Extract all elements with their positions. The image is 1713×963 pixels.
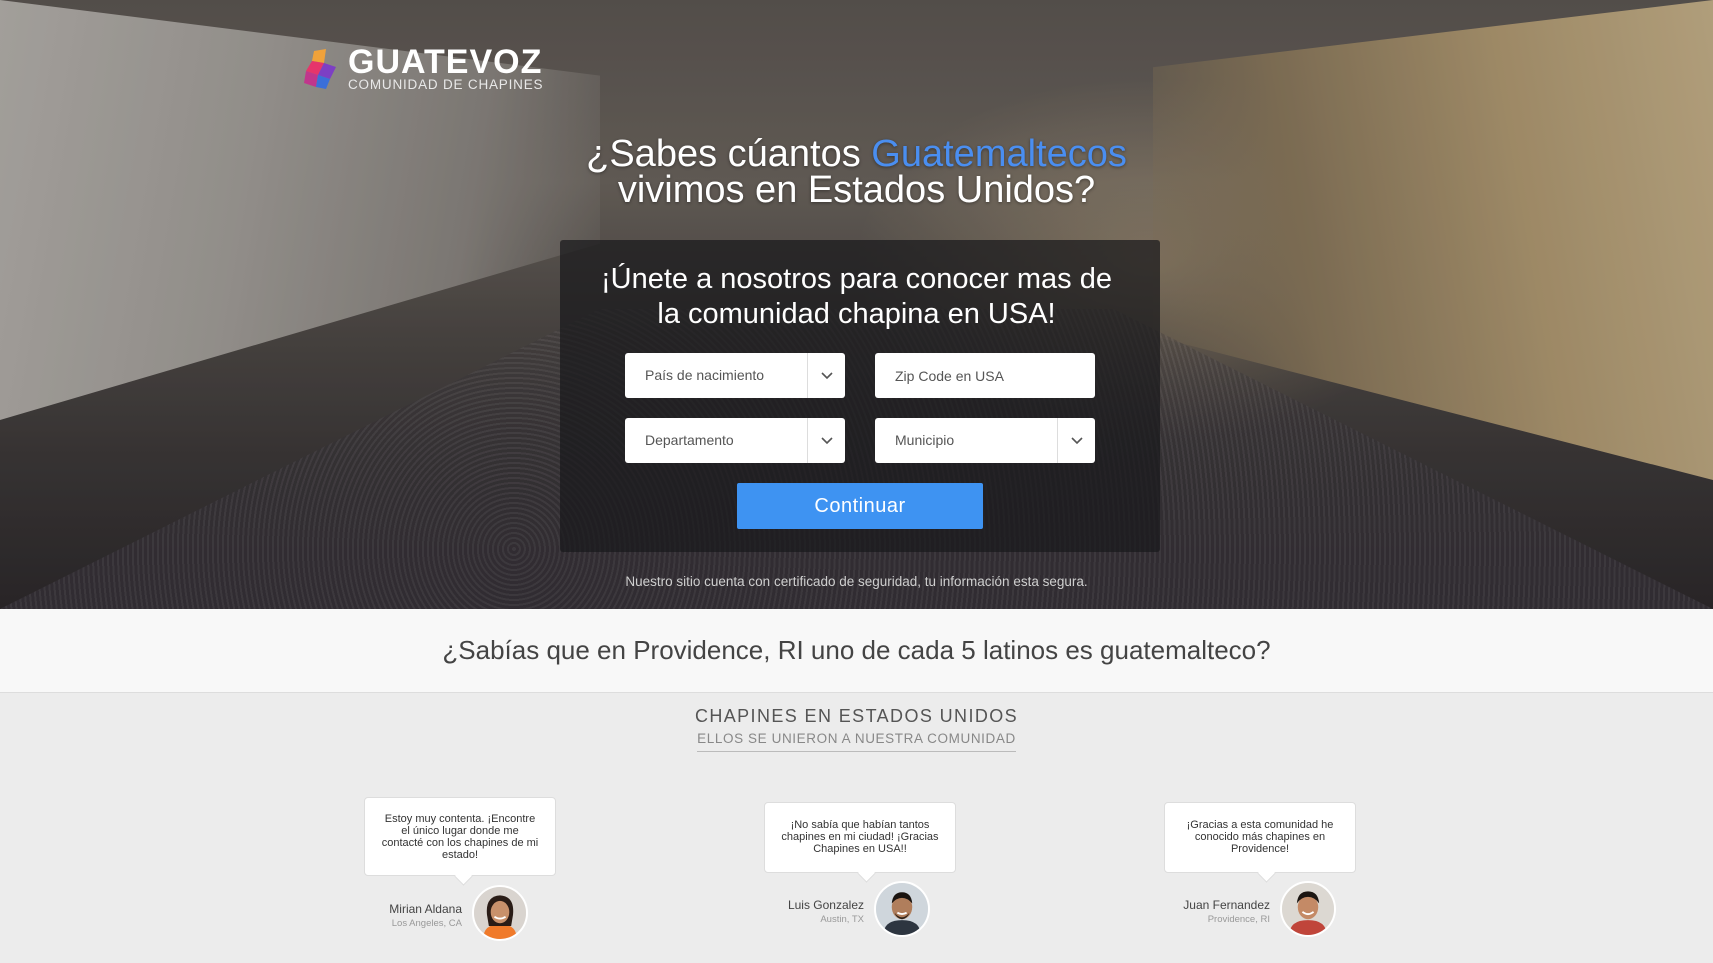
avatar: [472, 885, 528, 941]
municipality-select-value: Municipio: [895, 432, 955, 448]
security-note: Nuestro sitio cuenta con certificado de …: [625, 574, 1088, 589]
avatar: [874, 881, 930, 937]
community-subtitle: ELLOS SE UNIERON A NUESTRA COMUNIDAD: [697, 731, 1016, 752]
avatar-woman-icon: [474, 887, 526, 939]
avatar-man-icon: [1282, 883, 1334, 935]
country-select[interactable]: País de nacimiento: [625, 353, 845, 398]
logo-tagline: COMUNIDAD DE CHAPINES: [348, 77, 544, 92]
avatar-man-icon: [876, 883, 928, 935]
testimonial-location: Los Angeles, CA: [391, 918, 462, 929]
chevron-down-icon: [1070, 436, 1083, 444]
department-select-toggle[interactable]: [807, 418, 845, 463]
testimonial-name: Juan Fernandez: [1183, 898, 1270, 912]
testimonial-name: Luis Gonzalez: [787, 898, 864, 912]
community-subtitle-wrap: ELLOS SE UNIERON A NUESTRA COMUNIDAD: [0, 730, 1713, 752]
department-select-value: Departamento: [645, 432, 734, 448]
testimonial-name: Mirian Aldana: [389, 902, 462, 916]
hero-headline: ¿Sabes cúantos Guatemaltecos vivimos en …: [0, 135, 1713, 211]
logo-text: GUATEVOZ COMUNIDAD DE CHAPINES: [348, 43, 544, 92]
testimonial-quote: Estoy muy contenta. ¡Encontre el único l…: [364, 797, 556, 876]
form-title-line1: ¡Únete a nosotros para conocer mas de: [601, 263, 1112, 295]
testimonial-location: Austin, TX: [820, 914, 864, 925]
logo-brand: GUATEVOZ: [348, 43, 543, 81]
headline-part2: vivimos en Estados Unidos?: [617, 169, 1096, 211]
logo-mark-icon: [304, 49, 336, 89]
municipality-select[interactable]: Municipio: [875, 418, 1095, 463]
fact-banner: ¿Sabías que en Providence, RI uno de cad…: [0, 609, 1713, 693]
country-select-toggle[interactable]: [807, 353, 845, 398]
site-logo[interactable]: GUATEVOZ COMUNIDAD DE CHAPINES: [304, 43, 544, 92]
avatar: [1280, 881, 1336, 937]
chevron-down-icon: [820, 371, 833, 379]
testimonial-location: Providence, RI: [1207, 914, 1270, 925]
community-title: CHAPINES EN ESTADOS UNIDOS: [694, 706, 1019, 726]
chevron-down-icon: [820, 436, 833, 444]
form-title: ¡Únete a nosotros para conocer mas de la…: [0, 262, 1713, 332]
department-select[interactable]: Departamento: [625, 418, 845, 463]
continue-button[interactable]: Continuar: [737, 483, 983, 529]
testimonial-quote: ¡No sabía que habían tantos chapines en …: [764, 802, 956, 873]
zip-code-input[interactable]: [875, 353, 1095, 398]
country-select-value: País de nacimiento: [645, 367, 765, 383]
municipality-select-toggle[interactable]: [1057, 418, 1095, 463]
testimonial-quote: ¡Gracias a esta comunidad he conocido má…: [1164, 802, 1356, 873]
zip-code-field[interactable]: [875, 353, 1095, 398]
fact-text: ¿Sabías que en Providence, RI uno de cad…: [442, 635, 1271, 665]
form-title-line2: la comunidad chapina en USA!: [657, 298, 1056, 330]
